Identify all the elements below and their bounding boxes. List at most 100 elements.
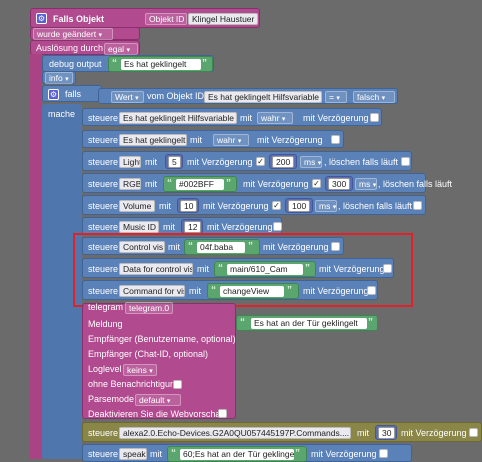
mache-label: mache xyxy=(48,109,76,119)
value-text[interactable]: #002BFF xyxy=(176,179,224,190)
parsemode-select[interactable]: default ▾ xyxy=(135,394,181,406)
alexa-value-number[interactable]: 30 xyxy=(375,425,397,440)
telegram-label: telegram xyxy=(88,302,124,312)
speak-object-field[interactable]: speak xyxy=(119,448,147,460)
steuere-row[interactable]: steuere Light mit 5 mit Verzögerung ✓ 20… xyxy=(82,151,412,171)
empfaenger-chat-label: Empfänger (Chat-ID, optional) xyxy=(88,349,209,359)
delay-checkbox[interactable]: ✓ xyxy=(272,201,281,210)
trigger-spine xyxy=(30,54,42,459)
mit-label: mit xyxy=(357,428,369,438)
delay-checkbox[interactable]: ✓ xyxy=(256,157,265,166)
mit-label: mit xyxy=(150,449,162,459)
steuere-label: steuere xyxy=(88,201,119,211)
loglevel-select[interactable]: keins ▾ xyxy=(123,364,157,376)
value-input[interactable]: 12 xyxy=(184,221,202,233)
speak-steuere-row[interactable]: steuere speak mit “ 60;Es hat an der Tür… xyxy=(82,444,412,462)
gear-icon[interactable]: ⚙ xyxy=(48,89,59,100)
verzoegerung-label: mit Verzögerung xyxy=(311,449,377,459)
steuere-row[interactable]: steuere RGB mit “ #002BFF ” mit Verzöger… xyxy=(82,173,452,193)
if-value-select[interactable]: falsch ▾ xyxy=(353,91,395,103)
ausloesung-block[interactable]: Auslösung durch egal ▾ xyxy=(30,40,140,55)
ausloesung-select[interactable]: egal ▾ xyxy=(104,43,138,55)
trigger-block[interactable]: ⚙ Falls Objekt Objekt ID Klingel Haustue… xyxy=(30,8,260,28)
delay-number[interactable]: 200 xyxy=(269,154,297,169)
object-field[interactable]: Music ID xyxy=(119,221,159,233)
clear-checkbox[interactable] xyxy=(401,157,410,166)
meldung-string[interactable]: “ Es hat an der Tür geklingelt ” xyxy=(236,315,378,331)
value-input[interactable]: 30 xyxy=(378,427,396,439)
steuere-label: steuere xyxy=(88,222,119,232)
value-string[interactable]: “ #002BFF ” xyxy=(163,176,237,192)
verzoegerung-label: mit Verzögerung xyxy=(207,222,273,232)
parsemode-label: Parsemode xyxy=(88,394,135,404)
debug-level-select[interactable]: info ▾ xyxy=(45,72,73,84)
empfaenger-name-label: Empfänger (Benutzername, optional) xyxy=(88,334,236,344)
value-number[interactable]: 12 xyxy=(181,219,203,234)
delay-number[interactable]: 100 xyxy=(285,198,313,213)
debug-string[interactable]: “ Es hat geklingelt ” xyxy=(108,56,213,72)
object-field[interactable]: Es hat geklingelt xyxy=(119,134,187,146)
meldung-text[interactable]: Es hat an der Tür geklingelt xyxy=(251,318,367,329)
wert-select[interactable]: Wert ▾ xyxy=(111,91,144,103)
value-select[interactable]: wahr ▾ xyxy=(213,134,249,146)
object-field[interactable]: RGB xyxy=(119,178,141,190)
clear-checkbox[interactable] xyxy=(413,201,422,210)
delay-input[interactable]: 200 xyxy=(272,156,295,168)
object-id-field[interactable]: Klingel Haustuer xyxy=(188,13,258,25)
loglevel-label: Loglevel xyxy=(88,364,122,374)
debug-text[interactable]: Es hat geklingelt xyxy=(121,59,201,70)
mit-label: mit xyxy=(240,113,252,123)
ohne-benachrichtigung-checkbox[interactable] xyxy=(173,380,182,389)
if-condition-block[interactable]: Wert ▾ vom Objekt ID Es hat geklingelt H… xyxy=(98,88,398,104)
value-text[interactable]: 60;Es hat an der Tür geklingelt xyxy=(180,449,294,460)
debug-block[interactable]: debug output “ Es hat geklingelt ” xyxy=(42,55,214,72)
ohne-benachrichtigung-label: ohne Benachrichtigung xyxy=(88,379,181,389)
mit-label: mit xyxy=(145,179,157,189)
delay-checkbox[interactable] xyxy=(370,113,379,122)
ausloesung-label: Auslösung durch xyxy=(36,43,104,53)
alexa-steuere-row[interactable]: steuere alexa2.0.Echo-Devices.G2A0QU0574… xyxy=(82,422,482,442)
unit-select[interactable]: ms ▾ xyxy=(300,156,322,168)
object-field[interactable]: Es hat geklingelt Hilfsvariable xyxy=(119,112,237,124)
value-number[interactable]: 10 xyxy=(177,198,199,213)
value-input[interactable]: 5 xyxy=(168,156,181,168)
object-field[interactable]: Volume xyxy=(119,200,155,212)
value-number[interactable]: 5 xyxy=(165,154,183,169)
value-input[interactable]: 10 xyxy=(180,200,198,212)
speak-value-string[interactable]: “ 60;Es hat an der Tür geklingelt ” xyxy=(167,446,307,462)
steuere-label: steuere xyxy=(88,135,119,145)
condition-block[interactable]: wurde geändert ▾ xyxy=(30,27,140,40)
mit-label: mit xyxy=(190,135,202,145)
delay-input[interactable]: 300 xyxy=(328,178,351,190)
delay-checkbox[interactable] xyxy=(273,222,282,231)
delay-checkbox[interactable] xyxy=(379,449,388,458)
value-select[interactable]: wahr ▾ xyxy=(257,112,293,124)
condition-select[interactable]: wurde geändert ▾ xyxy=(33,28,113,40)
telegram-block[interactable]: telegram telegram.0 Meldung Empfänger (B… xyxy=(82,302,236,419)
delay-number[interactable]: 300 xyxy=(325,176,353,191)
unit-select[interactable]: ms ▾ xyxy=(315,200,337,212)
highlight-frame xyxy=(73,233,413,307)
steuere-label: steuere xyxy=(88,113,119,123)
delay-checkbox[interactable] xyxy=(331,135,340,144)
delay-input[interactable]: 100 xyxy=(288,200,311,212)
object-field[interactable]: Light xyxy=(119,156,141,168)
meldung-label: Meldung xyxy=(88,319,123,329)
steuere-row[interactable]: steuere Volume mit 10 mit Verzögerung ✓ … xyxy=(82,195,426,215)
telegram-instance-select[interactable]: telegram.0 xyxy=(125,302,173,314)
debug-level-block[interactable]: info ▾ xyxy=(42,71,76,84)
vom-objekt-label: vom Objekt ID xyxy=(147,91,205,101)
steuere-row[interactable]: steuere Es hat geklingelt mit wahr ▾ mit… xyxy=(82,130,344,148)
delay-checkbox[interactable]: ✓ xyxy=(312,179,321,188)
verzoegerung-label: mit Verzögerung xyxy=(401,428,467,438)
alexa-object-field[interactable]: alexa2.0.Echo-Devices.G2A0QU057445197P.C… xyxy=(119,427,351,439)
unit-select[interactable]: ms ▾ xyxy=(355,178,377,190)
gear-icon[interactable]: ⚙ xyxy=(36,13,47,24)
steuere-row[interactable]: steuere Es hat geklingelt Hilfsvariable … xyxy=(82,108,382,126)
if-object-field[interactable]: Es hat geklingelt Hilfsvariable xyxy=(204,91,322,103)
delay-checkbox[interactable] xyxy=(469,428,478,437)
if-block[interactable]: ⚙ falls xyxy=(42,85,102,102)
steuere-label: steuere xyxy=(88,449,119,459)
operator-select[interactable]: = ▾ xyxy=(325,91,347,103)
webvorschau-checkbox[interactable] xyxy=(218,409,227,418)
